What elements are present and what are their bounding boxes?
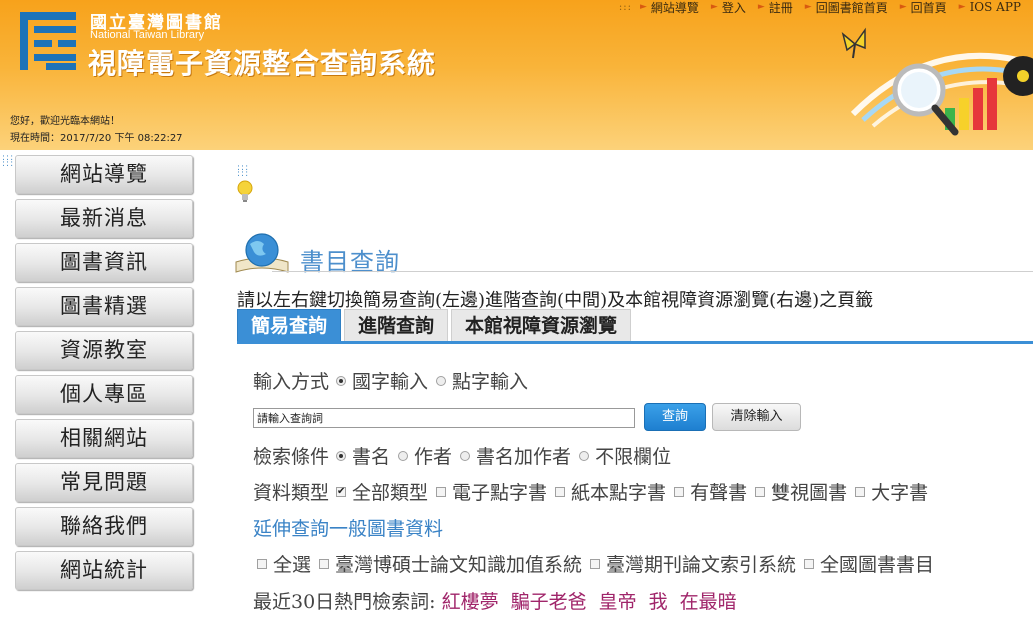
welcome-block: 您好，歡迎光臨本網站！ 現在時間：2017/7/20 下午 08:22:27 bbox=[10, 113, 183, 147]
sidebar-item-news[interactable]: 最新消息 bbox=[15, 199, 193, 238]
top-nav-library-home[interactable]: 回圖書館首頁 bbox=[816, 0, 888, 16]
banner-illustration bbox=[841, 27, 1033, 136]
hot-keyword-link[interactable]: 騙子老爸 bbox=[511, 587, 587, 614]
condition-option-any-field: 不限欄位 bbox=[595, 446, 672, 468]
top-nav-register[interactable]: 註冊 bbox=[769, 0, 793, 16]
time-value: 2017/7/20 下午 08:22:27 bbox=[60, 133, 183, 144]
top-nav-accesskey[interactable]: ::: bbox=[619, 2, 632, 13]
type-option-audiobook: 有聲書 bbox=[690, 482, 748, 504]
db-checkbox-thesis[interactable] bbox=[319, 558, 330, 569]
arrow-icon: ► bbox=[639, 2, 647, 12]
lightbulb-icon bbox=[237, 180, 253, 202]
top-nav-login[interactable]: 登入 bbox=[722, 0, 746, 16]
sidebar-item-contact[interactable]: 聯絡我們 bbox=[15, 507, 193, 546]
db-option-select-all: 全選 bbox=[273, 554, 312, 576]
type-option-large-print: 大字書 bbox=[871, 482, 929, 504]
database-row: 全選 臺灣博碩士論文知識加值系統 臺灣期刊論文索引系統 全國圖書書目 bbox=[253, 550, 938, 577]
db-checkbox-select-all[interactable] bbox=[257, 558, 267, 569]
search-input[interactable] bbox=[253, 408, 635, 428]
sidebar-item-faq[interactable]: 常見問題 bbox=[15, 463, 193, 502]
library-logo-icon[interactable] bbox=[18, 10, 78, 72]
material-type-label: 資料類型 bbox=[253, 482, 330, 504]
db-checkbox-periodicals[interactable] bbox=[590, 558, 601, 569]
input-method-radio-chinese[interactable] bbox=[336, 375, 347, 386]
top-nav-sitemap[interactable]: 網站導覽 bbox=[651, 0, 699, 16]
condition-radio-any-field[interactable] bbox=[579, 450, 590, 461]
arrow-icon: ► bbox=[710, 2, 718, 12]
type-checkbox-paper-braille[interactable] bbox=[555, 486, 566, 497]
search-button[interactable]: 查詢 bbox=[644, 403, 706, 431]
section-heading: 書目查詢 bbox=[232, 230, 482, 276]
top-nav-ios-app[interactable]: IOS APP bbox=[970, 0, 1021, 14]
heading-divider bbox=[272, 271, 1033, 272]
sidebar-item-related-sites[interactable]: 相關網站 bbox=[15, 419, 193, 458]
search-condition-row: 檢索條件 書名 作者 書名加作者 不限欄位 bbox=[253, 442, 675, 469]
arrow-icon: ► bbox=[757, 2, 765, 12]
type-checkbox-audiobook[interactable] bbox=[674, 486, 685, 497]
arrow-icon: ► bbox=[804, 2, 812, 12]
type-checkbox-twin-vision[interactable] bbox=[755, 486, 766, 497]
type-option-all: 全部類型 bbox=[352, 482, 429, 504]
condition-option-author: 作者 bbox=[414, 446, 453, 468]
sidebar-item-featured-books[interactable]: 圖書精選 bbox=[15, 287, 193, 326]
site-header: ::: ► 網站導覽 ► 登入 ► 註冊 ► 回圖書館首頁 ► 回首頁 ► IOS APP … bbox=[0, 0, 1033, 150]
hot-keywords-row: 最近30日熱門檢索詞: 紅樓夢 騙子老爸 皇帝 我 在最暗 bbox=[253, 587, 749, 614]
sidebar-item-resource-room[interactable]: 資源教室 bbox=[15, 331, 193, 370]
material-type-row: 資料類型 ✔ 全部類型 電子點字書 紙本點字書 有聲書 雙視圖書 大字書 bbox=[253, 478, 932, 505]
main-accesskey[interactable]: :::::: bbox=[237, 164, 249, 179]
top-nav: ::: ► 網站導覽 ► 登入 ► 註冊 ► 回圖書館首頁 ► 回首頁 ► IOS APP bbox=[619, 0, 1033, 15]
hot-keyword-link[interactable]: 在最暗 bbox=[680, 587, 737, 614]
type-option-twin-vision: 雙視圖書 bbox=[771, 482, 848, 504]
hot-keyword-link[interactable]: 皇帝 bbox=[599, 587, 637, 614]
condition-option-title-author: 書名加作者 bbox=[476, 446, 572, 468]
arrow-icon: ► bbox=[899, 2, 907, 12]
type-checkbox-large-print[interactable] bbox=[855, 486, 866, 497]
db-option-periodicals: 臺灣期刊論文索引系統 bbox=[606, 554, 797, 576]
input-method-row: 輸入方式 國字輸入 點字輸入 bbox=[253, 367, 532, 394]
top-nav-home[interactable]: 回首頁 bbox=[911, 0, 947, 16]
condition-radio-title[interactable] bbox=[336, 450, 347, 461]
sidebar-menu: :::::: 網站導覽 最新消息 圖書資訊 圖書精選 資源教室 個人專區 相關網… bbox=[0, 150, 210, 630]
tab-advanced-search[interactable]: 進階查詢 bbox=[344, 309, 449, 342]
input-method-label: 輸入方式 bbox=[253, 371, 330, 393]
input-method-option-chinese: 國字輸入 bbox=[352, 371, 429, 393]
extend-row: 延伸查詢一般圖書資料 bbox=[253, 514, 443, 541]
type-checkbox-all[interactable]: ✔ bbox=[336, 486, 347, 497]
welcome-text: 您好，歡迎光臨本網站！ bbox=[10, 116, 120, 127]
tab-underline bbox=[237, 341, 1033, 344]
condition-radio-title-author[interactable] bbox=[460, 450, 471, 461]
condition-option-title: 書名 bbox=[352, 446, 391, 468]
hot-keywords-label: 最近30日熱門檢索詞: bbox=[253, 591, 436, 613]
condition-radio-author[interactable] bbox=[398, 450, 409, 461]
db-option-national-catalog: 全國圖書書目 bbox=[820, 554, 935, 576]
hot-keyword-link[interactable]: 我 bbox=[649, 587, 668, 614]
db-option-thesis: 臺灣博碩士論文知識加值系統 bbox=[335, 554, 583, 576]
arrow-icon: ► bbox=[958, 2, 966, 12]
type-option-e-braille: 電子點字書 bbox=[452, 482, 548, 504]
tab-resource-browse[interactable]: 本館視障資源瀏覽 bbox=[451, 309, 632, 342]
time-label: 現在時間： bbox=[10, 133, 60, 144]
sidebar-accesskey[interactable]: :::::: bbox=[2, 154, 14, 169]
site-title: 視障電子資源整合查詢系統 bbox=[88, 47, 437, 80]
db-checkbox-national-catalog[interactable] bbox=[804, 558, 815, 569]
globe-book-icon bbox=[235, 233, 289, 273]
sidebar-item-statistics[interactable]: 網站統計 bbox=[15, 551, 193, 590]
clear-input-button[interactable]: 清除輸入 bbox=[712, 403, 801, 431]
input-method-radio-braille[interactable] bbox=[436, 375, 447, 386]
hot-keyword-link[interactable]: 紅樓夢 bbox=[442, 587, 499, 614]
extend-general-search-link[interactable]: 延伸查詢一般圖書資料 bbox=[253, 514, 443, 541]
current-time: 現在時間：2017/7/20 下午 08:22:27 bbox=[10, 130, 183, 147]
sidebar-item-personal-area[interactable]: 個人專區 bbox=[15, 375, 193, 414]
main-content: :::::: 書目查詢 請以左右鍵切換簡易查詢(左邊)進階查詢(中間)及本館視障… bbox=[210, 150, 1033, 630]
library-name-en: National Taiwan Library bbox=[90, 29, 205, 41]
sidebar-item-book-info[interactable]: 圖書資訊 bbox=[15, 243, 193, 282]
sidebar-item-sitemap[interactable]: 網站導覽 bbox=[15, 155, 193, 194]
type-option-paper-braille: 紙本點字書 bbox=[571, 482, 667, 504]
tab-simple-search[interactable]: 簡易查詢 bbox=[237, 309, 342, 342]
type-checkbox-e-braille[interactable] bbox=[436, 486, 447, 497]
input-method-option-braille: 點字輸入 bbox=[452, 371, 529, 393]
search-tabs: 簡易查詢 進階查詢 本館視障資源瀏覽 bbox=[237, 309, 634, 342]
search-condition-label: 檢索條件 bbox=[253, 446, 330, 468]
